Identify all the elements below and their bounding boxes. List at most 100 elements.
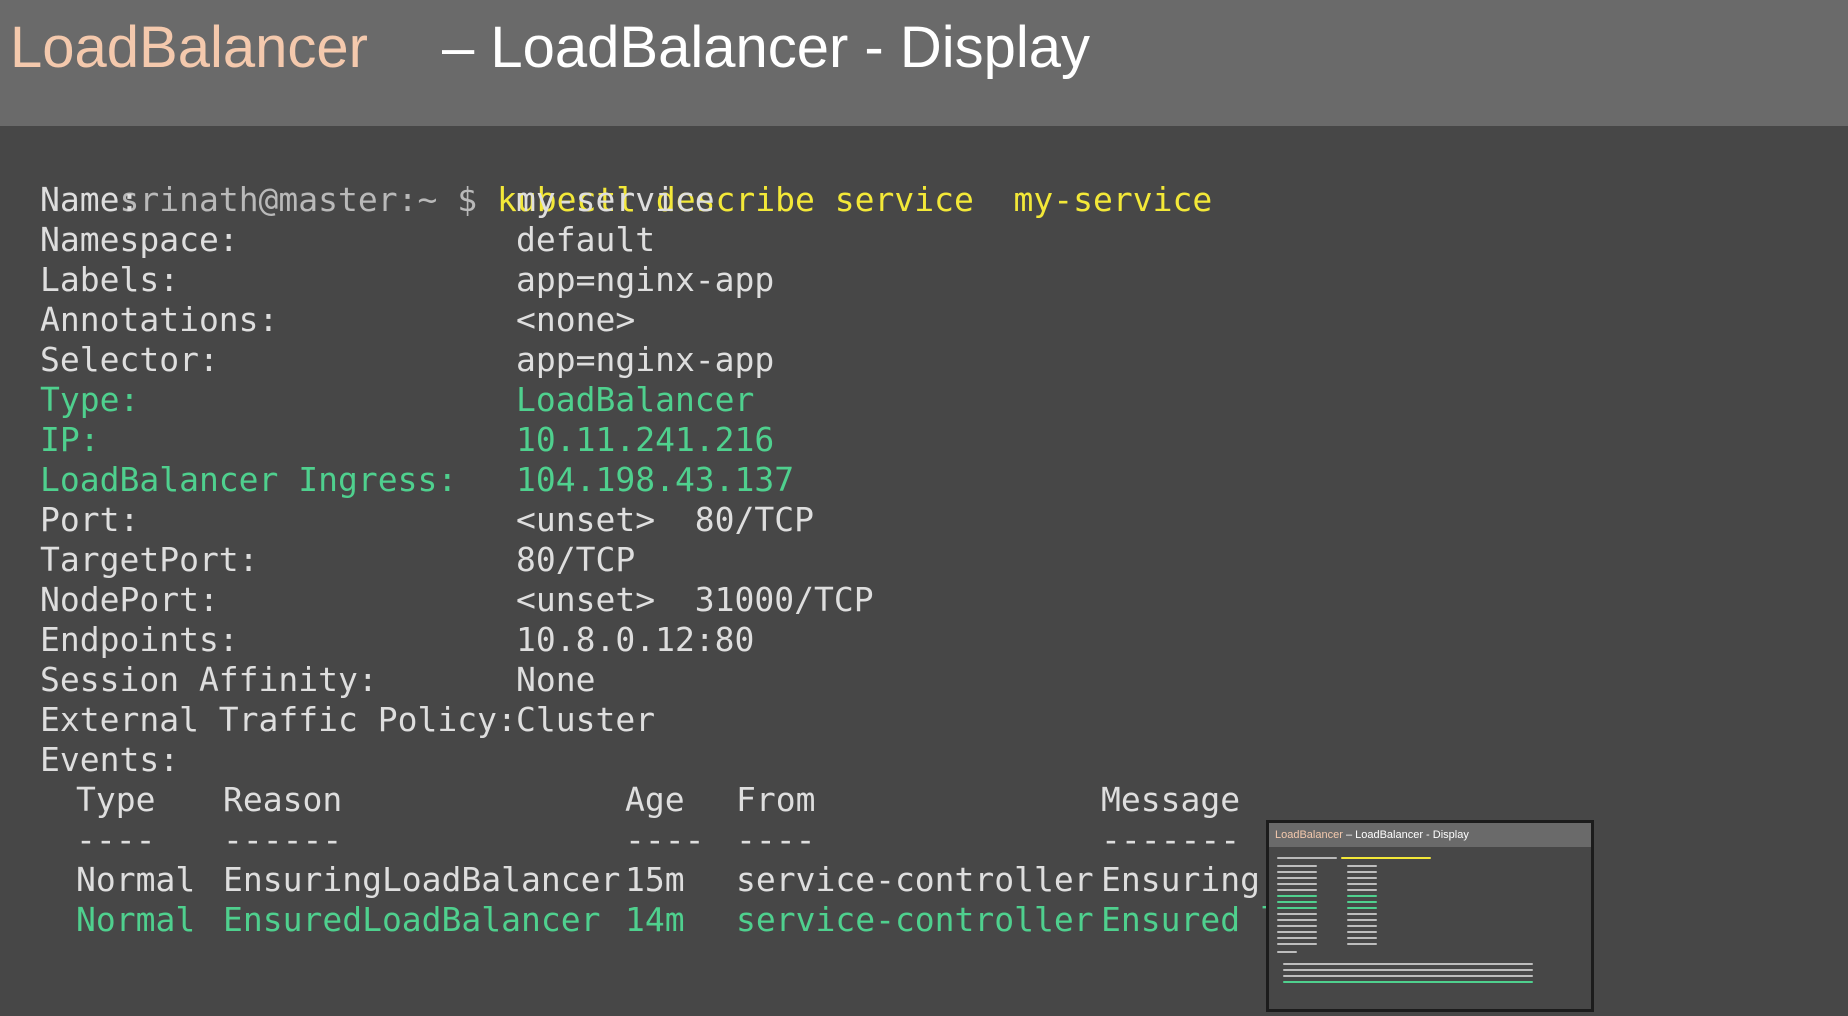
thumbnail-line [1347,913,1377,915]
thumbnail-line [1277,913,1317,915]
field-key: External Traffic Policy: [40,700,517,739]
field-value: 10.11.241.216 [516,420,775,459]
events-cell: Reason [223,780,343,819]
events-cell: ------- [1101,820,1241,859]
events-cell: Age [625,780,685,819]
thumbnail-line [1277,895,1317,897]
events-cell: ---- [625,820,705,859]
field-key: Type: [40,380,140,419]
thumbnail-line [1277,889,1317,891]
field-row: Namespace: default [40,220,1740,260]
thumbnail-line [1277,943,1317,945]
thumbnail-line [1277,901,1317,903]
thumbnail-line [1347,883,1377,885]
field-row: Annotations: <none> [40,300,1740,340]
events-cell: ---- [76,820,156,859]
events-cell: EnsuringLoadBalancer [223,860,621,899]
field-value: 10.8.0.12:80 [516,620,755,659]
events-cell: From [736,780,816,819]
field-row: Endpoints: 10.8.0.12:80 [40,620,1740,660]
thumbnail-line [1347,943,1377,945]
thumbnail-line [1283,981,1533,983]
events-cell: Type [76,780,156,819]
field-value: app=nginx-app [516,340,775,379]
field-row: External Traffic Policy: Cluster [40,700,1740,740]
field-value: LoadBalancer [516,380,755,419]
field-key: TargetPort: [40,540,259,579]
thumbnail-line [1347,925,1377,927]
thumbnail-line [1341,857,1431,859]
events-cell: service-controller [736,900,1094,939]
field-value: <unset> 31000/TCP [516,580,874,619]
field-key: IP: [40,420,100,459]
field-row: TargetPort: 80/TCP [40,540,1740,580]
field-key: Port: [40,500,140,539]
events-header-row: Type Reason Age From Message [40,780,1740,820]
field-value: default [516,220,656,259]
events-cell: Message [1101,780,1241,819]
thumbnail-line [1347,871,1377,873]
field-row: IP: 10.11.241.216 [40,420,1740,460]
thumbnail-line [1347,877,1377,879]
thumbnail-line [1277,919,1317,921]
thumbnail-line [1277,907,1317,909]
field-row: Port: <unset> 80/TCP [40,500,1740,540]
thumbnail-line [1277,951,1297,953]
thumbnail-title: LoadBalancer – LoadBalancer - Display [1269,823,1591,847]
field-key: Name: [40,180,140,219]
events-cell: ------ [223,820,343,859]
thumbnail-line [1277,871,1317,873]
events-cell: service-controller [736,860,1094,899]
field-row: NodePort: <unset> 31000/TCP [40,580,1740,620]
field-key: Labels: [40,260,180,299]
field-value: None [516,660,596,699]
field-key: LoadBalancer Ingress: [40,460,458,499]
thumbnail-line [1283,969,1533,971]
events-cell: 14m [625,900,685,939]
field-row: Selector: app=nginx-app [40,340,1740,380]
thumbnail-line [1277,883,1317,885]
thumbnail-line [1347,895,1377,897]
field-row: Name: my-service [40,180,1740,220]
command-line: srinath@master:~ $ kubectl describe serv… [40,140,1212,219]
events-cell: EnsuredLoadBalancer [223,900,601,939]
thumbnail-title-subtitle: – LoadBalancer - Display [1342,829,1469,841]
events-cell: 15m [625,860,685,899]
field-key: Namespace: [40,220,239,259]
field-value: 80/TCP [516,540,636,579]
thumbnail-line [1347,907,1377,909]
thumbnail-line [1347,865,1377,867]
field-key: Session Affinity: [40,660,378,699]
events-cell: ---- [736,820,816,859]
thumbnail-line [1347,889,1377,891]
field-key: Selector: [40,340,219,379]
field-value: <unset> 80/TCP [516,500,815,539]
thumbnail-line [1277,931,1317,933]
thumbnail-title-topic: LoadBalancer [1275,829,1343,841]
thumbnail-line [1347,931,1377,933]
thumbnail-line [1277,857,1337,859]
field-value: <none> [516,300,636,339]
field-row: Session Affinity: None [40,660,1740,700]
field-value: my-service [516,180,715,219]
thumbnail-line [1277,865,1317,867]
thumbnail-line [1277,937,1317,939]
field-row: LoadBalancer Ingress: 104.198.43.137 [40,460,1740,500]
field-row: Type: LoadBalancer [40,380,1740,420]
field-key: Endpoints: [40,620,239,659]
slide-title-topic: LoadBalancer [10,15,368,80]
events-cell: Normal [76,860,196,899]
field-value: app=nginx-app [516,260,775,299]
thumbnail-line [1283,963,1533,965]
thumbnail-line [1347,901,1377,903]
slide-thumbnail[interactable]: LoadBalancer – LoadBalancer - Display [1266,820,1594,1012]
events-cell: Ensured l [1101,900,1280,939]
thumbnail-line [1277,877,1317,879]
thumbnail-line [1347,937,1377,939]
thumbnail-line [1283,975,1533,977]
thumbnail-line [1277,925,1317,927]
events-cell: Ensuring [1101,860,1260,899]
events-cell: Normal [76,900,196,939]
slide-title-subtitle: – LoadBalancer - Display [442,15,1091,80]
field-row: Labels: app=nginx-app [40,260,1740,300]
